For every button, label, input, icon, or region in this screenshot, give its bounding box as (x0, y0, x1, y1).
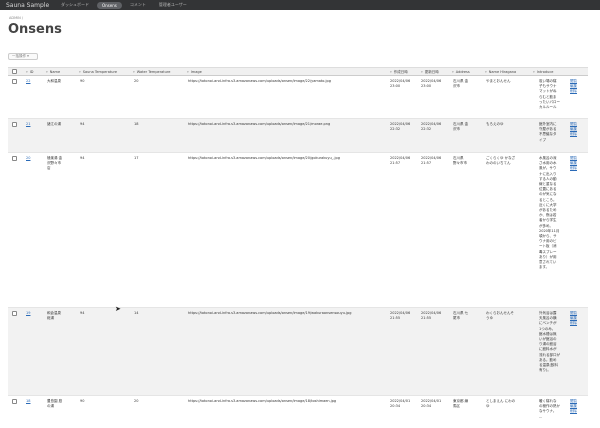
row-address: 石川県 野々市市 (453, 156, 467, 166)
row-select-checkbox[interactable] (12, 156, 17, 161)
nav-item-comments[interactable]: コメント (125, 1, 151, 9)
row-created-at: 2022/04/06 22:32 (390, 122, 411, 132)
select-all-checkbox[interactable] (12, 69, 17, 74)
row-select-checkbox[interactable] (12, 399, 17, 404)
nav-item-admin-users[interactable]: 管理者ユーザー (154, 1, 192, 9)
row-introduce: 炭い場の寝 子もサウナ マットがね らむと飲ま ったいパロー カルルール (539, 79, 560, 110)
mouse-cursor-icon: ➤ (115, 305, 121, 313)
row-actions: 閲覧 編集 削除 (570, 122, 577, 138)
row-actions: 閲覧 編集 削除 (570, 79, 577, 95)
row-sauna-temperature: 90 (80, 399, 85, 403)
column-header-image[interactable]: ▾ Image (187, 70, 202, 74)
row-introduce: 外気浴は露 天風呂の横 にベンチが 1つのみ。 館水槽は無 いが館浴の り湯の館… (539, 311, 560, 373)
row-id-link[interactable]: 19 (26, 311, 30, 316)
column-header-water-temperature[interactable]: ▾ Water Temperature (133, 70, 170, 74)
delete-link[interactable]: 削除 (570, 89, 577, 94)
column-header-introduce[interactable]: ▾ Introduce (533, 70, 553, 74)
column-header-name-hiragana[interactable]: ▾ Name Hiragana (485, 70, 516, 74)
row-name: 極楽湯 金 沢野々市 店 (47, 156, 63, 171)
row-actions: 閲覧 編集 削除 (570, 156, 577, 172)
row-select-checkbox[interactable] (12, 79, 17, 84)
row-name: 大和温泉 (47, 79, 61, 83)
breadcrumb: ADMIN / (9, 16, 24, 20)
row-updated-at: 2022/04/06 23:00 (421, 79, 442, 89)
row-address: 石川県 七 尾市 (453, 311, 469, 321)
row-water-temperature: 20 (134, 79, 139, 83)
batch-actions-button[interactable]: 一括操作 ▾ (8, 53, 38, 60)
row-actions: 閲覧 編集 削除 (570, 311, 577, 327)
onsens-table: ▾ ID ▾ Name ▾ Sauna Temperature ▾ Water Temp… (8, 67, 588, 428)
row-sauna-temperature: 94 (80, 311, 85, 315)
row-created-at: 2022/04/06 21:55 (390, 311, 411, 321)
row-image-url: https://totonoi-and-infra.s3.amazonaws.c… (188, 79, 331, 83)
row-updated-at: 2022/04/06 21:57 (421, 156, 442, 166)
column-header-name[interactable]: ▾ Name (46, 70, 60, 74)
row-sauna-temperature: 94 (80, 156, 85, 160)
row-image-url: https://totonoi-and-infra.s3.amazonaws.c… (188, 156, 340, 160)
row-id-link[interactable]: 21 (26, 122, 30, 127)
row-actions: 閲覧 編集 削除 (570, 399, 577, 415)
row-introduce: 館外室内に 守屋がある 不思議なタ イプ (539, 122, 557, 142)
table-row: 19 和倉温泉 総湯 94 14 https://totonoi-and-infra.s… (8, 308, 588, 396)
column-header-updated-at[interactable]: ▾ 更新日時 (421, 70, 439, 75)
row-updated-at: 2022/04/06 22:32 (421, 122, 442, 132)
delete-link[interactable]: 削除 (570, 166, 577, 171)
row-water-temperature: 18 (134, 122, 139, 126)
row-introduce: 水風呂の深 さ水用の水 風が。サウ ナに出入り する人の動 線と重なる 位置にあ… (539, 156, 560, 270)
row-updated-at: 2022/04/06 21:55 (421, 311, 442, 321)
row-name-hiragana: もろえのゆ (486, 122, 504, 126)
table-row: 21 諸江の湯 94 18 https://totonoi-and-infra.s3.a… (8, 119, 588, 153)
row-address: 石川県 金 沢市 (453, 122, 469, 132)
row-name: 諸江の湯 (47, 122, 61, 126)
row-name-hiragana: ごくらくゆ かなざ わののいちてん (486, 156, 516, 166)
page-title: Onsens (8, 22, 62, 37)
row-id-link[interactable]: 18 (26, 399, 30, 404)
table-row: 20 極楽湯 金 沢野々市 店 94 17 https://totonoi-and-in… (8, 153, 588, 308)
delete-link[interactable]: 削除 (570, 409, 577, 414)
table-row: 18 豊島園 庭 の湯 90 20 https://totonoi-and-infra.… (8, 396, 588, 428)
row-name: 豊島園 庭 の湯 (47, 399, 63, 409)
table-row: 22 大和温泉 90 20 https://totonoi-and-infra.s3.a… (8, 76, 588, 119)
row-name-hiragana: やまとおんせん (486, 79, 511, 83)
row-created-at: 2022/04/01 20:34 (390, 399, 411, 409)
row-name-hiragana: わくらおんせんそ うゆ (486, 311, 514, 321)
delete-link[interactable]: 削除 (570, 132, 577, 137)
table-header: ▾ ID ▾ Name ▾ Sauna Temperature ▾ Water Temp… (8, 67, 588, 76)
row-select-checkbox[interactable] (12, 122, 17, 127)
row-name: 和倉温泉 総湯 (47, 311, 61, 321)
row-id-link[interactable]: 20 (26, 156, 30, 161)
nav-item-dashboard[interactable]: ダッシュボード (56, 1, 94, 9)
top-navbar: Sauna Sample ダッシュボード Onsens コメント 管理者ユーザー (0, 0, 600, 10)
row-water-temperature: 20 (134, 399, 139, 403)
column-header-address[interactable]: ▾ Address (452, 70, 470, 74)
row-sauna-temperature: 94 (80, 122, 85, 126)
row-sauna-temperature: 90 (80, 79, 85, 83)
row-introduce: 暖く寝れな の極作の熱か なサウナ。 ... (539, 399, 560, 419)
delete-link[interactable]: 削除 (570, 321, 577, 326)
column-header-created-at[interactable]: ▾ 作成日時 (390, 70, 408, 75)
row-select-checkbox[interactable] (12, 311, 17, 316)
row-image-url: https://totonoi-and-infra.s3.amazonaws.c… (188, 311, 352, 315)
row-water-temperature: 14 (134, 311, 139, 315)
row-image-url: https://totonoi-and-infra.s3.amazonaws.c… (188, 122, 331, 126)
row-created-at: 2022/04/06 21:57 (390, 156, 411, 166)
row-water-temperature: 17 (134, 156, 139, 160)
nav-item-onsens[interactable]: Onsens (97, 1, 122, 9)
row-image-url: https://totonoi-and-infra.s3.amazonaws.c… (188, 399, 337, 403)
row-address: 石川県 金 沢市 (453, 79, 469, 89)
row-created-at: 2022/04/06 23:00 (390, 79, 411, 89)
row-address: 東京都 練 馬区 (453, 399, 469, 409)
row-name-hiragana: としまえん にわの ゆ (486, 399, 516, 409)
column-header-id[interactable]: ▾ ID (26, 70, 34, 74)
column-header-sauna-temperature[interactable]: ▾ Sauna Temperature (79, 70, 117, 74)
brand-logo[interactable]: Sauna Sample (6, 2, 56, 9)
row-id-link[interactable]: 22 (26, 79, 30, 84)
row-updated-at: 2022/04/01 20:34 (421, 399, 442, 409)
